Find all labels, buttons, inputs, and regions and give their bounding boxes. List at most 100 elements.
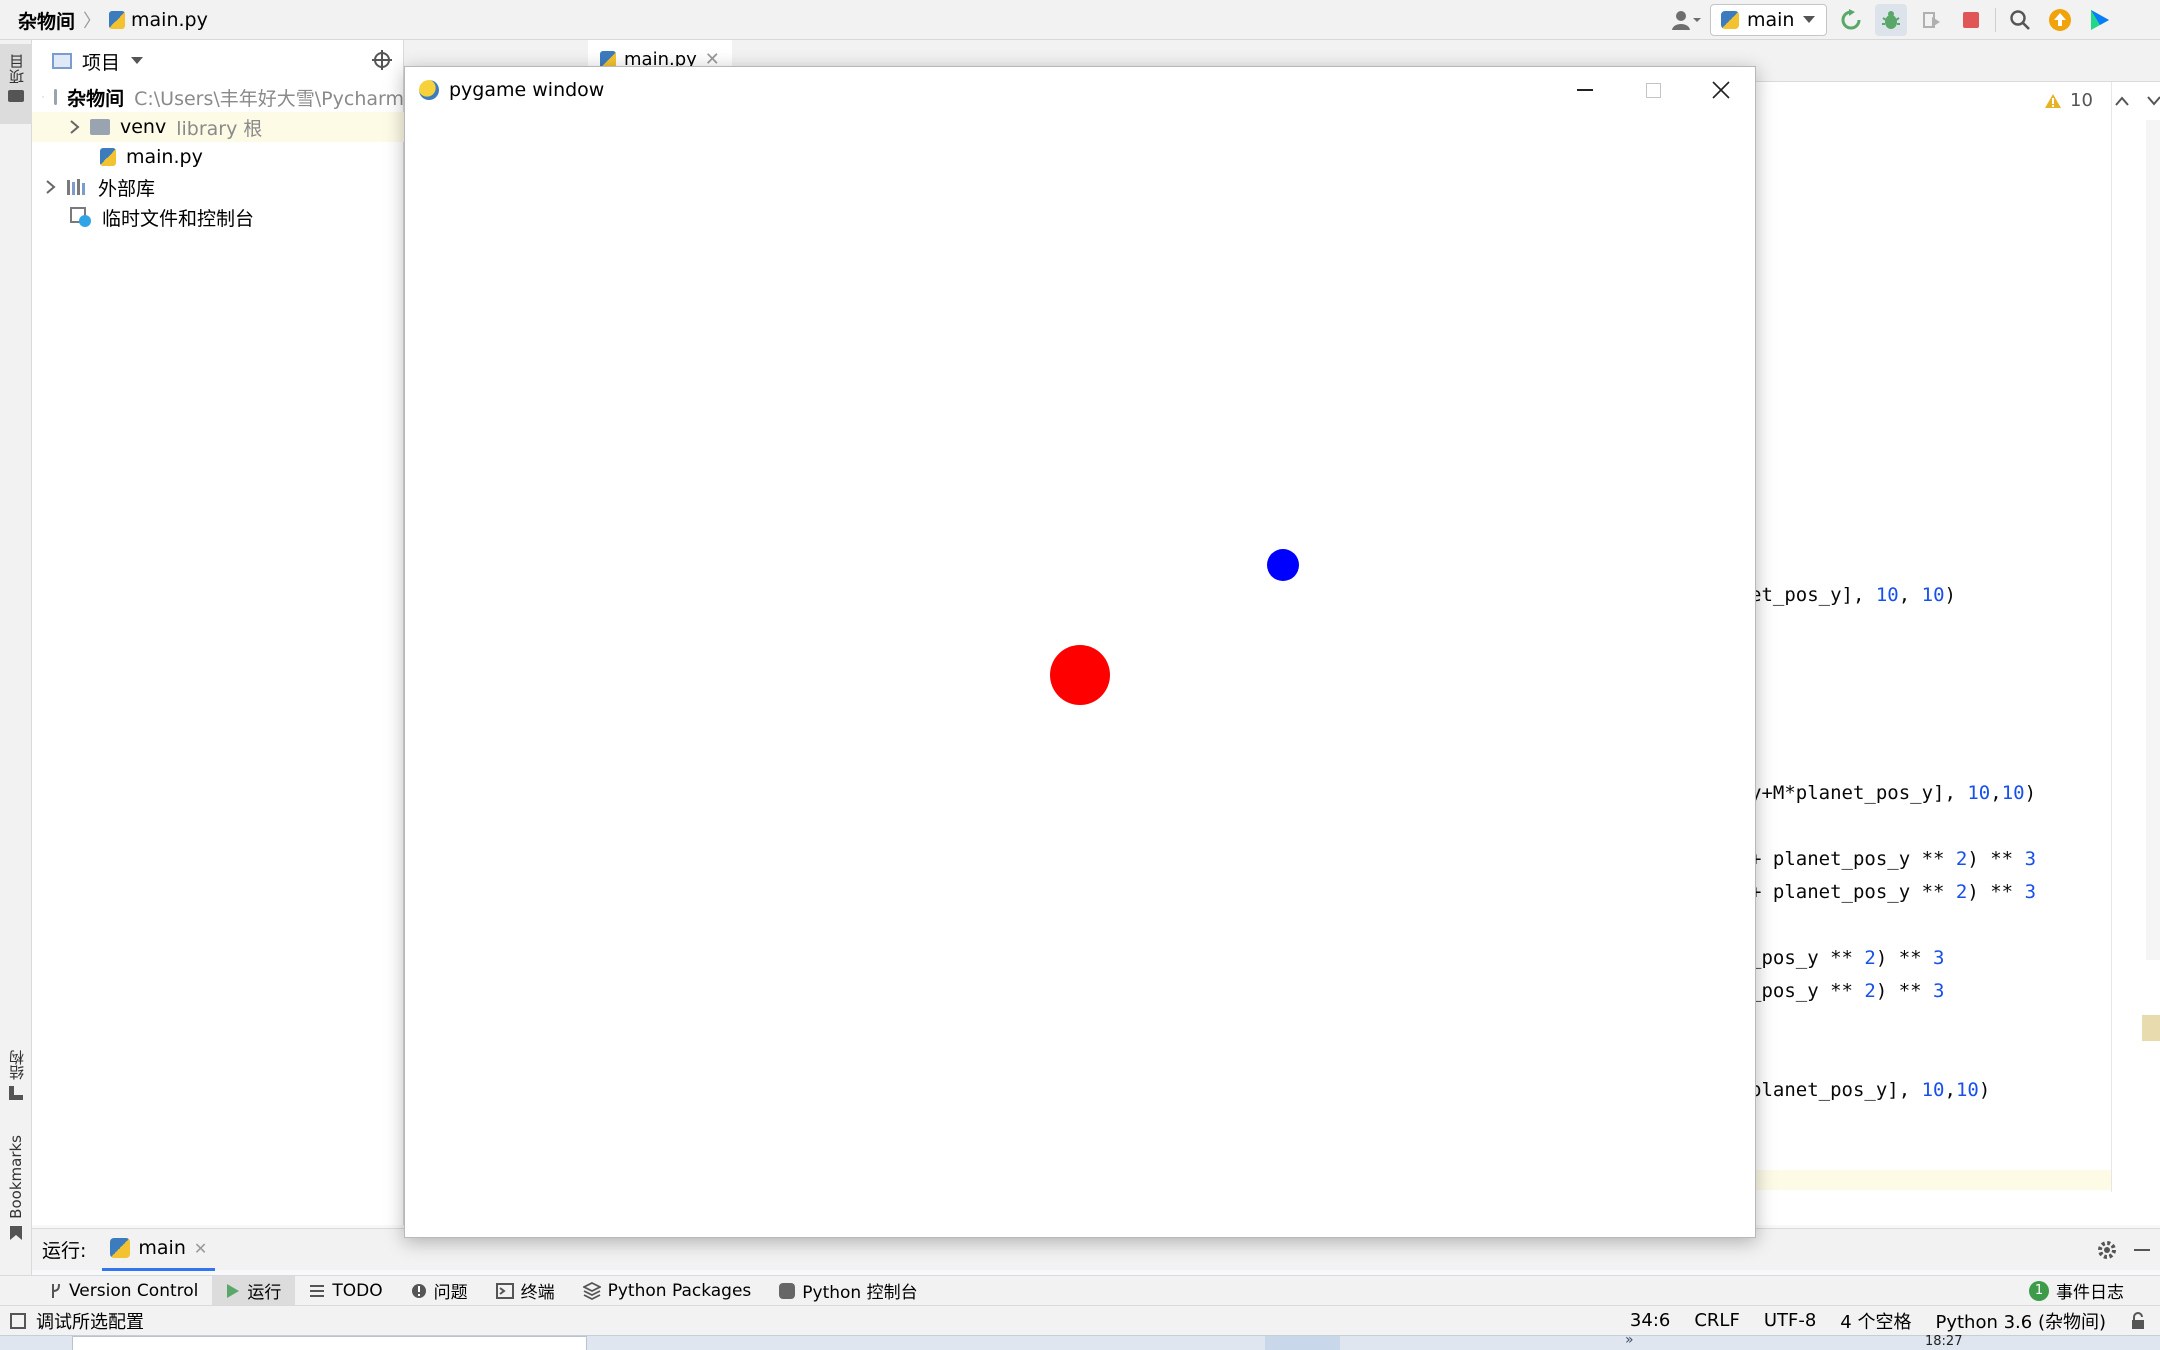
project-tool-button[interactable]: 项目 bbox=[0, 44, 32, 124]
taskbar-app-active[interactable] bbox=[1265, 1336, 1340, 1350]
chevron-down-icon[interactable] bbox=[2147, 95, 2160, 106]
pygame-canvas[interactable] bbox=[405, 113, 1755, 1237]
close-icon[interactable]: ✕ bbox=[194, 1239, 207, 1258]
run-config-select[interactable]: main bbox=[1710, 4, 1828, 36]
current-line-highlight bbox=[1756, 1170, 2111, 1190]
line-separator[interactable]: CRLF bbox=[1694, 1310, 1739, 1331]
bookmark-icon bbox=[10, 1225, 22, 1240]
python-icon bbox=[110, 1238, 131, 1258]
update-icon[interactable] bbox=[2044, 4, 2076, 36]
tree-row-scratches[interactable]: 临时文件和控制台 bbox=[32, 202, 404, 232]
debug-icon[interactable] bbox=[1875, 4, 1908, 36]
status-message: 调试所选配置 bbox=[36, 1311, 144, 1333]
tree-item-label: 临时文件和控制台 bbox=[102, 207, 255, 230]
breadcrumb-separator: 〉 bbox=[83, 11, 102, 32]
taskbar-search-box[interactable] bbox=[72, 1336, 587, 1350]
taskbar-overflow-icon[interactable]: » bbox=[1625, 1332, 1634, 1348]
maximize-icon bbox=[1645, 82, 1661, 98]
python-file-icon bbox=[109, 11, 126, 29]
terminal-icon bbox=[495, 1282, 514, 1299]
tab-label: Python 控制台 bbox=[802, 1283, 918, 1303]
branch-icon bbox=[52, 1283, 60, 1298]
tab-terminal[interactable]: 终端 bbox=[482, 1276, 569, 1306]
tree-row-main-py[interactable]: main.py bbox=[32, 142, 404, 172]
status-toggle-icon[interactable] bbox=[10, 1312, 26, 1329]
code-line: _pos_y ** 2) ** 3 bbox=[1750, 947, 1945, 969]
python-console-icon bbox=[779, 1282, 796, 1299]
code-line: + planet_pos_y ** 2) ** 3 bbox=[1750, 881, 2037, 903]
chevron-up-icon[interactable] bbox=[2115, 95, 2129, 106]
code-line: et_pos_y], 10, 10) bbox=[1750, 584, 1956, 606]
tab-python-console[interactable]: Python 控制台 bbox=[765, 1276, 931, 1306]
play-icon bbox=[227, 1283, 240, 1298]
code-line: + planet_pos_y ** 2) ** 3 bbox=[1750, 848, 2037, 870]
tree-item-label: main.py bbox=[126, 146, 203, 168]
navigation-bar: 杂物间 〉 main.py main bbox=[0, 0, 2160, 40]
tab-event-log[interactable]: 1 事件日志 bbox=[2015, 1276, 2160, 1306]
structure-icon bbox=[9, 1086, 23, 1100]
tab-todo[interactable]: TODO bbox=[295, 1276, 396, 1306]
tree-row-venv[interactable]: venv library 根 bbox=[32, 112, 404, 142]
breadcrumb-project[interactable]: 杂物间 bbox=[18, 7, 75, 34]
packages-icon bbox=[582, 1281, 601, 1300]
user-icon[interactable] bbox=[1670, 4, 1702, 36]
project-panel-title[interactable]: 项目 bbox=[82, 48, 120, 75]
caret-position[interactable]: 34:6 bbox=[1630, 1310, 1670, 1331]
inspection-widget[interactable]: 10 bbox=[2044, 90, 2160, 111]
editor-scrollbar[interactable] bbox=[2146, 120, 2160, 960]
folder-icon bbox=[8, 90, 24, 102]
project-panel-actions bbox=[372, 50, 392, 70]
status-bar: 调试所选配置 34:6 CRLF UTF-8 4 个空格 Python 3.6 … bbox=[0, 1305, 2160, 1335]
folder-icon bbox=[54, 89, 58, 105]
structure-tool-label: 结构 bbox=[7, 1050, 26, 1080]
tab-version-control[interactable]: Version Control bbox=[36, 1276, 212, 1306]
tree-item-label: venv bbox=[120, 116, 167, 138]
window-minimize-button[interactable] bbox=[1551, 67, 1619, 113]
chevron-down-icon[interactable] bbox=[130, 56, 144, 66]
locate-icon[interactable] bbox=[372, 50, 392, 70]
breadcrumb-file[interactable]: main.py bbox=[131, 9, 208, 31]
rerun-icon[interactable] bbox=[1835, 4, 1867, 36]
pygame-window[interactable]: pygame window bbox=[404, 66, 1756, 1238]
python-file-icon bbox=[100, 148, 116, 166]
chevron-right-icon[interactable] bbox=[70, 120, 80, 134]
run-config-label: main bbox=[1747, 9, 1795, 31]
tab-run[interactable]: 运行 bbox=[212, 1275, 296, 1306]
code-line: planet_pos_y], 10,10) bbox=[1750, 1079, 1991, 1101]
lock-icon[interactable] bbox=[2130, 1311, 2146, 1330]
structure-tool-button[interactable]: 结构 bbox=[0, 1050, 32, 1120]
run-tab-main[interactable]: main ✕ bbox=[102, 1229, 216, 1271]
chevron-right-icon[interactable] bbox=[46, 180, 56, 194]
tree-item-label: 杂物间 bbox=[67, 87, 125, 110]
window-maximize-button[interactable] bbox=[1619, 67, 1687, 113]
minimize-icon bbox=[1577, 89, 1593, 91]
gear-icon[interactable] bbox=[2096, 1239, 2118, 1261]
project-tool-label: 项目 bbox=[7, 54, 26, 84]
tab-label: Python Packages bbox=[607, 1280, 752, 1301]
jetbrains-logo-icon[interactable] bbox=[2084, 4, 2116, 36]
chevron-down-icon[interactable] bbox=[42, 92, 45, 102]
code-line: y+M*planet_pos_y], 10,10) bbox=[1750, 782, 2037, 804]
code-line: _pos_y ** 2) ** 3 bbox=[1750, 980, 1945, 1002]
file-encoding[interactable]: UTF-8 bbox=[1764, 1310, 1816, 1331]
bookmarks-tool-button[interactable]: Bookmarks bbox=[0, 1135, 32, 1255]
tab-python-packages[interactable]: Python Packages bbox=[569, 1276, 766, 1306]
tree-row-external-libs[interactable]: 外部库 bbox=[32, 172, 404, 202]
list-icon bbox=[310, 1284, 325, 1297]
stop-icon[interactable] bbox=[1955, 4, 1987, 36]
warnings-count: 10 bbox=[2070, 90, 2093, 111]
pygame-window-title: pygame window bbox=[449, 79, 605, 101]
tab-problems[interactable]: 问题 bbox=[397, 1276, 482, 1306]
minimize-icon[interactable] bbox=[2134, 1248, 2150, 1251]
chevron-down-icon bbox=[1803, 16, 1816, 23]
pygame-titlebar[interactable]: pygame window bbox=[405, 67, 1755, 113]
python-interpreter[interactable]: Python 3.6 (杂物间) bbox=[1935, 1308, 2106, 1334]
scroll-marker bbox=[2142, 1015, 2160, 1041]
indent-setting[interactable]: 4 个空格 bbox=[1840, 1308, 1911, 1334]
windows-taskbar: » 18:27 bbox=[0, 1332, 2160, 1350]
window-close-button[interactable] bbox=[1687, 67, 1755, 113]
coverage-icon[interactable] bbox=[1915, 4, 1947, 36]
search-icon[interactable] bbox=[2004, 4, 2036, 36]
tree-row-project-root[interactable]: 杂物间 C:\Users\丰年好大雪\Pycharm bbox=[32, 82, 404, 112]
taskbar-clock[interactable]: 18:27 bbox=[1925, 1334, 1962, 1349]
